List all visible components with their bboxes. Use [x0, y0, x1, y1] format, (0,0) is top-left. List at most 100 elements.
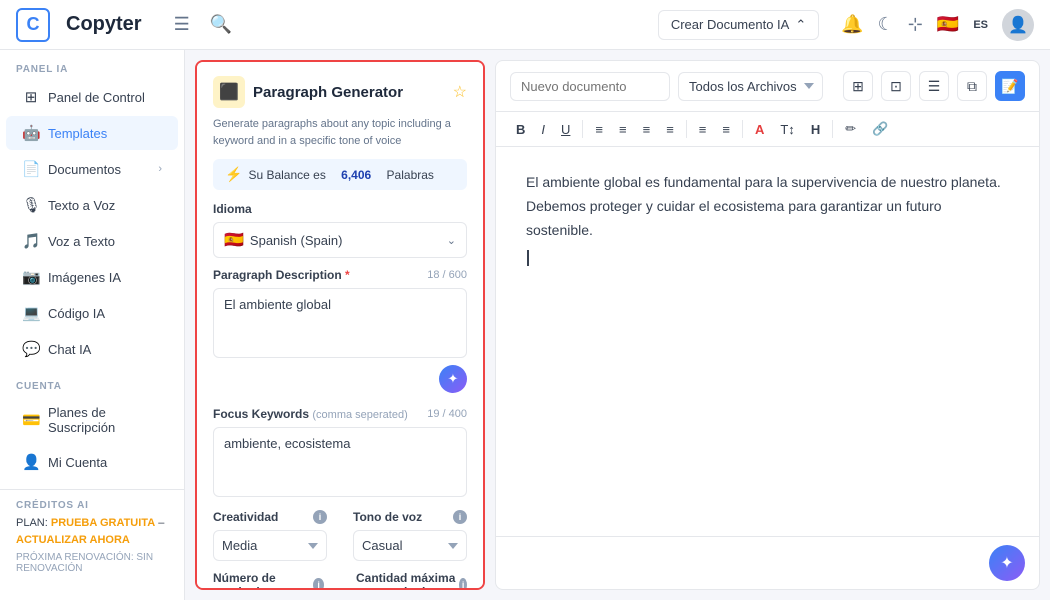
sidebar-item-voz-texto[interactable]: 🎵 Voz a Texto [6, 224, 178, 258]
panel-icon: ⬛ [213, 76, 245, 108]
dark-mode-icon[interactable]: ☾ [878, 14, 894, 35]
format-align-right[interactable]: ≡ [637, 119, 657, 140]
body-row: PANEL IA ⊞ Panel de Control 🤖 Templates … [0, 50, 1050, 600]
sidebar-item-mi-cuenta[interactable]: 👤 Mi Cuenta [6, 445, 178, 479]
max-results-field: Cantidad máxima por resultado i 30 [340, 571, 483, 590]
sidebar-item-panel-control[interactable]: ⊞ Panel de Control [6, 80, 178, 114]
plan-info: PLAN: PRUEBA GRATUITA – ACTUALIZAR AHORA [16, 515, 168, 548]
doc-name-input[interactable] [510, 72, 670, 101]
notifications-icon[interactable]: 🔔 [841, 14, 863, 35]
sidebar-item-codigo-ia[interactable]: 💻 Código IA [6, 296, 178, 330]
format-line-height[interactable]: T↕ [774, 119, 800, 140]
separator-1 [582, 120, 583, 138]
toolbar-btn-1[interactable]: ⊞ [843, 71, 873, 101]
chat-icon: 💬 [22, 340, 40, 358]
doc-icon: 📄 [22, 160, 40, 178]
toolbar-btn-2[interactable]: ⊡ [881, 71, 911, 101]
creativity-label: Creatividad i [213, 510, 327, 524]
paragraph-desc-label: Paragraph Description * 18 / 600 [213, 268, 467, 282]
toolbar-btn-3[interactable]: ☰ [919, 71, 949, 101]
create-doc-label: Crear Documento IA [671, 17, 790, 32]
chevron-up-icon: ⌃ [795, 17, 806, 33]
keywords-textarea[interactable]: ambiente, ecosistema [213, 427, 467, 497]
spain-flag-icon: 🇪🇸 [224, 230, 244, 250]
format-justify[interactable]: ≡ [660, 119, 680, 140]
keywords-label: Focus Keywords (comma seperated) 19 / 40… [213, 407, 467, 421]
tone-select[interactable]: CasualFormalProfesional [353, 530, 467, 561]
num-results-field: Número de resultados i 1 [197, 571, 340, 590]
editor-toolbar-top: Todos los Archivos ⊞ ⊡ ☰ ⧉ 📝 [496, 61, 1039, 112]
results-info-icon[interactable]: i [313, 578, 324, 590]
sidebar-item-chat-ia[interactable]: 💬 Chat IA [6, 332, 178, 366]
idioma-label: Idioma [213, 202, 467, 216]
format-italic[interactable]: I [535, 119, 551, 140]
format-underline[interactable]: U [555, 119, 576, 140]
paragraph-desc-field: Paragraph Description * 18 / 600 El ambi… [197, 268, 483, 407]
sidebar-item-texto-voz[interactable]: 🎙 Texto a Voz [6, 188, 178, 222]
fullscreen-icon[interactable]: ⊹ [908, 14, 923, 35]
format-link[interactable]: 🔗 [866, 118, 894, 140]
chevron-down-icon: ⌄ [447, 234, 456, 247]
format-font-color[interactable]: A [749, 119, 770, 140]
avatar[interactable]: 👤 [1002, 9, 1034, 41]
panel-header: ⬛ Paragraph Generator ☆ [197, 62, 483, 116]
sidebar-label-texto-voz: Texto a Voz [48, 198, 115, 213]
star-icon[interactable]: ☆ [453, 82, 467, 102]
plan-link[interactable]: ACTUALIZAR AHORA [16, 534, 130, 546]
sidebar-label-chat-ia: Chat IA [48, 342, 91, 357]
lang-badge: ES [973, 19, 988, 31]
format-align-left[interactable]: ≡ [589, 119, 609, 140]
mic-icon: 🎙 [22, 196, 40, 214]
flag-icon: 🇪🇸 [937, 14, 959, 35]
camera-icon: 📷 [22, 268, 40, 286]
idioma-field: Idioma 🇪🇸 Spanish (Spain) ⌄ [197, 202, 483, 268]
max-info-icon[interactable]: i [459, 578, 467, 590]
file-select[interactable]: Todos los Archivos [678, 72, 823, 101]
format-list-unordered[interactable]: ≡ [716, 119, 736, 140]
chevron-right-icon: › [158, 163, 162, 175]
creativity-select[interactable]: MediaBajaAlta [213, 530, 327, 561]
format-pen[interactable]: ✏ [839, 118, 862, 140]
ai-assist-button[interactable]: ✦ [439, 365, 467, 393]
toolbar-btn-4[interactable]: ⧉ [957, 71, 987, 101]
toolbar-btn-active[interactable]: 📝 [995, 71, 1025, 101]
sidebar-section-cuenta: CUENTA [0, 367, 184, 396]
tone-label: Tono de voz i [353, 510, 467, 524]
editor-format-bar: B I U ≡ ≡ ≡ ≡ ≡ ≡ A T↕ H ✏ 🔗 [496, 112, 1039, 147]
format-list-ordered[interactable]: ≡ [693, 119, 713, 140]
top-navigation: C Copyter ☰ 🔍 Crear Documento IA ⌃ 🔔 ☾ ⊹… [0, 0, 1050, 50]
editor-body[interactable]: El ambiente global es fundamental para l… [496, 147, 1039, 536]
creativity-info-icon[interactable]: i [313, 510, 327, 524]
editor-text: El ambiente global es fundamental para l… [526, 174, 1001, 238]
balance-label: Su Balance es [248, 168, 325, 182]
plan-text[interactable]: PRUEBA GRATUITA [51, 517, 155, 529]
search-icon[interactable]: 🔍 [206, 10, 236, 39]
sidebar-item-planes[interactable]: 💳 Planes de Suscripción [6, 397, 178, 443]
separator-4 [832, 120, 833, 138]
nav-icons: 🔔 ☾ ⊹ 🇪🇸 ES 👤 [841, 9, 1034, 41]
sidebar-item-documentos[interactable]: 📄 Documentos › [6, 152, 178, 186]
balance-value: 6,406 [341, 168, 371, 182]
sidebar-item-templates[interactable]: 🤖 Templates [6, 116, 178, 150]
cursor [527, 250, 529, 266]
balance-unit: Palabras [387, 168, 434, 182]
format-align-center[interactable]: ≡ [613, 119, 633, 140]
lang-value: Spanish (Spain) [250, 233, 343, 248]
paragraph-desc-textarea[interactable]: El ambiente global [213, 288, 467, 358]
panel-description: Generate paragraphs about any topic incl… [197, 116, 483, 159]
max-results-label: Cantidad máxima por resultado i [356, 571, 467, 590]
desc-char-count: 18 / 600 [427, 269, 467, 281]
keywords-field: Focus Keywords (comma seperated) 19 / 40… [197, 407, 483, 510]
sidebar-item-imagenes-ia[interactable]: 📷 Imágenes IA [6, 260, 178, 294]
format-bold[interactable]: B [510, 119, 531, 140]
tone-info-icon[interactable]: i [453, 510, 467, 524]
sidebar-section-creditos: CRÉDITOS AI [16, 500, 168, 515]
menu-icon[interactable]: ☰ [170, 10, 194, 39]
keywords-char-count: 19 / 400 [427, 408, 467, 420]
create-doc-button[interactable]: Crear Documento IA ⌃ [658, 10, 819, 40]
separator-2 [686, 120, 687, 138]
ai-float-button[interactable]: ✦ [989, 545, 1025, 581]
sidebar-label-planes: Planes de Suscripción [48, 405, 162, 435]
language-select[interactable]: 🇪🇸 Spanish (Spain) ⌄ [213, 222, 467, 258]
format-heading[interactable]: H [805, 119, 826, 140]
